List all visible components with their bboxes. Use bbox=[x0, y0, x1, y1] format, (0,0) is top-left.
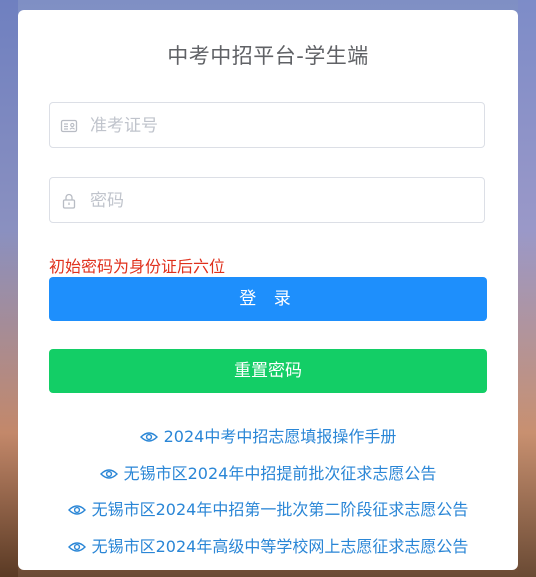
link-label[interactable]: 无锡市区2024年高级中等学校网上志愿征求志愿公告 bbox=[92, 537, 469, 556]
ticket-number-input[interactable] bbox=[88, 103, 472, 149]
reset-password-button[interactable]: 重置密码 bbox=[49, 349, 487, 393]
lock-icon bbox=[62, 193, 76, 209]
link-label[interactable]: 无锡市区2024年中招第一批次第二阶段征求志愿公告 bbox=[92, 500, 469, 519]
link-item[interactable]: 无锡市区2024年中招第一批次第二阶段征求志愿公告 bbox=[18, 496, 518, 520]
eye-icon bbox=[139, 432, 158, 442]
eye-icon bbox=[67, 505, 86, 515]
login-button[interactable]: 登 录 bbox=[49, 277, 487, 321]
page-title: 中考中招平台-学生端 bbox=[167, 44, 369, 68]
link-item[interactable]: 无锡市区2024年中招提前批次征求志愿公告 bbox=[18, 460, 518, 484]
link-label[interactable]: 2024中考中招志愿填报操作手册 bbox=[164, 427, 397, 446]
password-field[interactable] bbox=[49, 177, 485, 224]
login-card: 中考中招平台-学生端 初始密码为身份证后六位 登 录 重置密码 2024中考中招… bbox=[18, 10, 518, 570]
link-label[interactable]: 无锡市区2024年中招提前批次征求志愿公告 bbox=[124, 464, 437, 483]
ticket-number-field[interactable] bbox=[49, 102, 485, 149]
link-item[interactable]: 无锡市区2024年高级中等学校网上志愿征求志愿公告 bbox=[18, 533, 518, 557]
eye-icon bbox=[99, 469, 118, 479]
id-card-icon bbox=[60, 119, 78, 133]
link-item[interactable]: 2024中考中招志愿填报操作手册 bbox=[18, 423, 518, 447]
background-right bbox=[518, 0, 536, 577]
password-input[interactable] bbox=[88, 178, 472, 224]
eye-icon bbox=[67, 542, 86, 552]
password-hint: 初始密码为身份证后六位 bbox=[49, 257, 226, 276]
background-left bbox=[0, 0, 18, 577]
